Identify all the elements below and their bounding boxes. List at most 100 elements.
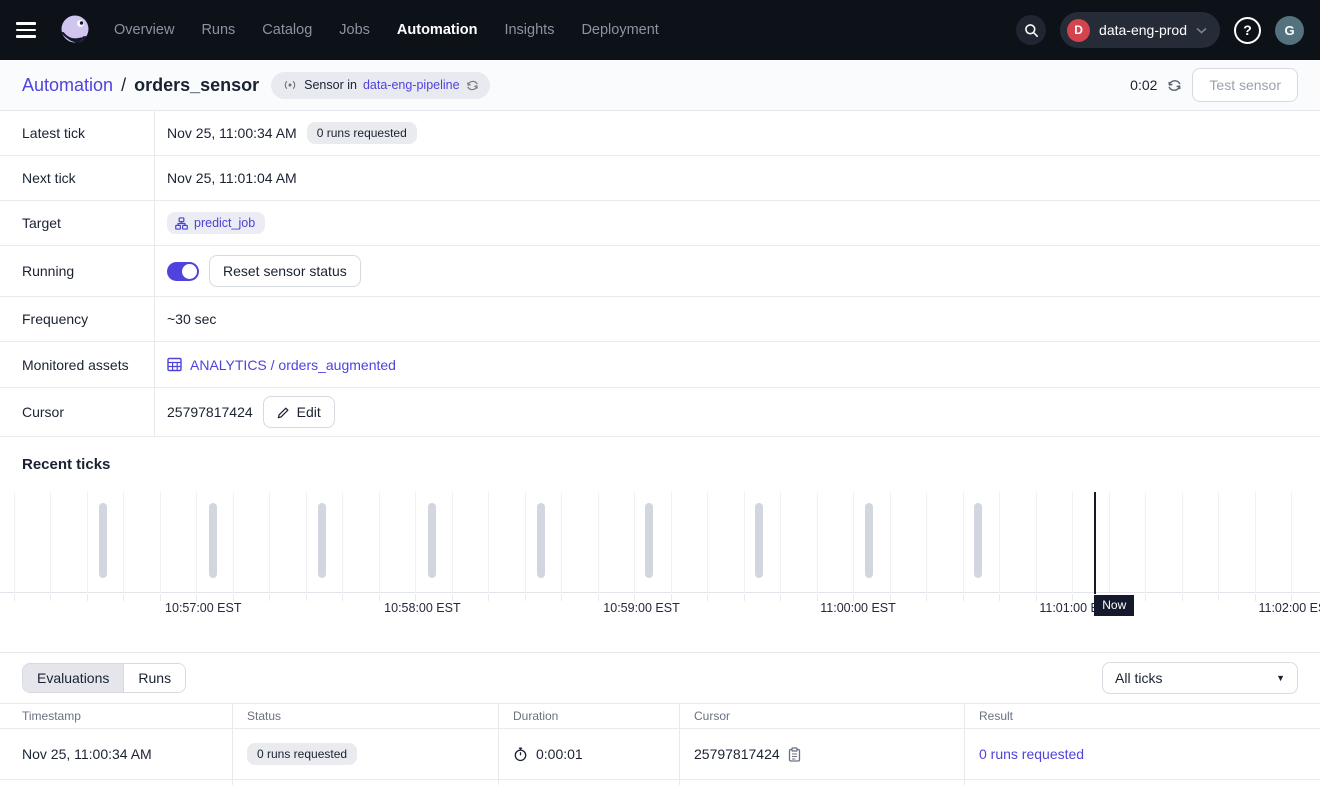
nav-item-overview[interactable]: Overview: [114, 22, 174, 38]
nav-item-catalog[interactable]: Catalog: [262, 22, 312, 38]
axis-tick-mark: [123, 594, 124, 601]
axis-tick-mark: [744, 594, 745, 601]
nav-item-automation[interactable]: Automation: [397, 22, 478, 38]
edit-cursor-label: Edit: [297, 404, 321, 420]
help-icon[interactable]: ?: [1234, 17, 1261, 44]
job-icon: [175, 217, 188, 230]
tab-runs[interactable]: Runs: [123, 664, 185, 692]
cell-status: 0 runs requested: [232, 729, 498, 780]
chart-gridline: [160, 492, 161, 593]
tick-bar[interactable]: [209, 503, 217, 578]
page-title: orders_sensor: [134, 75, 259, 96]
chart-gridline: [1036, 492, 1037, 593]
chart-gridline: [780, 492, 781, 593]
search-icon[interactable]: [1016, 15, 1046, 45]
copy-icon[interactable]: [788, 747, 801, 762]
tick-filter-select[interactable]: All ticks ▼: [1102, 662, 1298, 694]
repo-link[interactable]: data-eng-pipeline: [363, 78, 460, 92]
tick-bar[interactable]: [99, 503, 107, 578]
axis-tick-mark: [1291, 594, 1292, 601]
next-tick-label: Next tick: [0, 156, 155, 200]
running-toggle[interactable]: [167, 262, 199, 281]
axis-tick-mark: [1182, 594, 1183, 601]
axis-tick-mark: [671, 594, 672, 601]
axis-tick-mark: [233, 594, 234, 601]
top-nav: Overview Runs Catalog Jobs Automation In…: [0, 0, 1320, 60]
axis-tick-mark: [999, 594, 1000, 601]
avatar[interactable]: G: [1275, 16, 1304, 45]
tab-evaluations[interactable]: Evaluations: [23, 664, 123, 692]
target-job-tag[interactable]: predict_job: [167, 212, 265, 234]
nav-item-jobs[interactable]: Jobs: [339, 22, 370, 38]
axis-tick-mark: [780, 594, 781, 601]
tick-bar[interactable]: [865, 503, 873, 578]
breadcrumb-automation-link[interactable]: Automation: [22, 75, 113, 96]
target-row: Target predict_job: [0, 201, 1320, 246]
edit-cursor-button[interactable]: Edit: [263, 396, 335, 428]
axis-time-label: 10:58:00 EST: [384, 601, 460, 615]
workspace-switcher[interactable]: D data-eng-prod: [1060, 12, 1220, 48]
nav-item-insights[interactable]: Insights: [504, 22, 554, 38]
page-header: Automation / orders_sensor Sensor in dat…: [0, 60, 1320, 111]
refresh-timer: 0:02: [1130, 77, 1157, 93]
axis-tick-mark: [196, 594, 197, 601]
tick-bar[interactable]: [755, 503, 763, 578]
chart-gridline: [926, 492, 927, 593]
cursor-value: 25797817424: [167, 404, 253, 420]
col-header-result: Result: [964, 703, 1320, 729]
tick-bar[interactable]: [974, 503, 982, 578]
axis-tick-mark: [525, 594, 526, 601]
refresh-icon[interactable]: [1167, 78, 1182, 93]
cursor-label: Cursor: [0, 388, 155, 436]
dagster-logo-icon[interactable]: [56, 11, 94, 49]
chart-gridline: [1218, 492, 1219, 593]
chart-gridline: [744, 492, 745, 593]
monitored-asset-link[interactable]: ANALYTICS / orders_augmented: [167, 357, 396, 373]
chart-gridline: [123, 492, 124, 593]
recent-ticks-plot[interactable]: [0, 492, 1320, 593]
tick-bar[interactable]: [318, 503, 326, 578]
nav-right: D data-eng-prod ? G: [1016, 12, 1304, 48]
recent-ticks-chart: 10:57:00 EST10:58:00 EST10:59:00 EST11:0…: [0, 492, 1320, 620]
axis-tick-mark: [306, 594, 307, 601]
breadcrumb: Automation / orders_sensor: [22, 75, 259, 96]
axis-tick-mark: [415, 594, 416, 601]
cell-duration: 0:00:01: [498, 729, 679, 780]
hamburger-menu-icon[interactable]: [16, 16, 44, 44]
stopwatch-icon: [513, 747, 528, 762]
axis-tick-mark: [1255, 594, 1256, 601]
chart-gridline: [306, 492, 307, 593]
test-sensor-button[interactable]: Test sensor: [1192, 68, 1298, 102]
nav-item-runs[interactable]: Runs: [201, 22, 235, 38]
axis-tick-mark: [634, 594, 635, 601]
chart-gridline: [853, 492, 854, 593]
tick-bar[interactable]: [428, 503, 436, 578]
monitored-assets-row: Monitored assets ANALYTICS / orders_augm…: [0, 342, 1320, 388]
col-header-timestamp: Timestamp: [0, 703, 232, 729]
axis-time-label: 11:00:00 EST: [820, 601, 896, 615]
col-header-status: Status: [232, 703, 498, 729]
ticks-toolbar: Evaluations Runs All ticks ▼: [0, 653, 1320, 703]
tick-bar[interactable]: [537, 503, 545, 578]
chart-gridline: [233, 492, 234, 593]
sensor-location-badge: Sensor in data-eng-pipeline: [271, 72, 489, 99]
axis-tick-mark: [1218, 594, 1219, 601]
next-row-sliver: [0, 780, 232, 785]
chart-gridline: [379, 492, 380, 593]
spacer: [0, 620, 1320, 652]
now-marker-label: Now: [1094, 595, 1134, 616]
chart-gridline: [342, 492, 343, 593]
nav-item-deployment[interactable]: Deployment: [581, 22, 658, 38]
running-row: Running Reset sensor status: [0, 246, 1320, 297]
reset-sensor-status-button[interactable]: Reset sensor status: [209, 255, 361, 287]
result-link[interactable]: 0 runs requested: [979, 746, 1084, 762]
axis-tick-mark: [817, 594, 818, 601]
view-segmented-control: Evaluations Runs: [22, 663, 186, 693]
chart-gridline: [817, 492, 818, 593]
header-right: 0:02 Test sensor: [1130, 68, 1298, 102]
recent-ticks-title: Recent ticks: [22, 456, 110, 473]
chart-gridline: [196, 492, 197, 593]
tick-bar[interactable]: [645, 503, 653, 578]
chart-gridline: [1182, 492, 1183, 593]
reload-repo-icon[interactable]: [466, 79, 479, 92]
